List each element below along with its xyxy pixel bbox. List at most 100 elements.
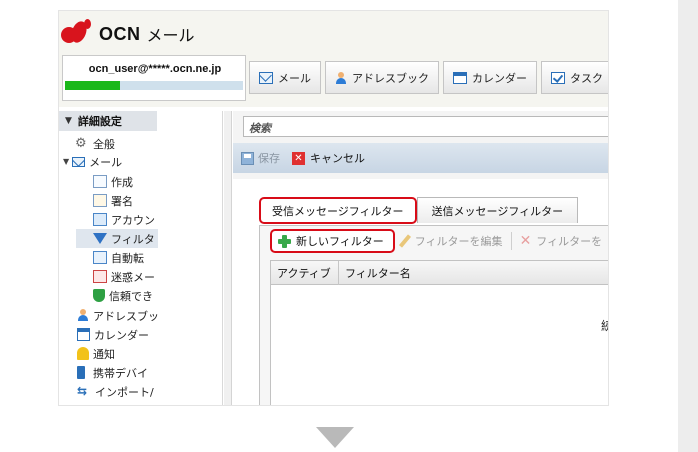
bell-icon [77,347,89,360]
sidebar-item-trusted[interactable]: 信頼でき [93,286,153,305]
filter-settings-content: 受信メッセージフィルター 送信メッセージフィルター 新しいフィルター フィルター… [233,179,608,405]
sidebar-item-notification[interactable]: 通知 [77,344,115,363]
nav-tab-task[interactable]: タスク [541,61,608,94]
sidebar-item-label: 通知 [93,347,115,361]
table-header: アクティブ フィルター名 [271,261,608,285]
delete-x-icon: ✕ [519,233,532,249]
sidebar-item-label: アカウン [111,213,155,227]
column-header-active[interactable]: アクティブ [271,261,339,285]
pencil-icon [398,234,411,248]
main-nav: メール アドレスブック カレンダー タスク [249,61,608,94]
delete-filter-button[interactable]: ✕ フィルターを [520,233,603,249]
nav-tab-label: メール [278,72,311,85]
sidebar-item-compose[interactable]: 作成 [93,172,133,191]
calendar-icon [77,328,90,341]
sidebar-item-signature[interactable]: 署名 [93,191,133,210]
account-box: ocn_user@*****.ocn.ne.jp [62,55,246,101]
sidebar-item-label: 携帯デバイ [93,366,148,380]
edit-filter-label: フィルターを編集 [414,235,503,248]
mail-icon [259,71,273,84]
sidebar-item-label: 迷惑メー [111,270,155,284]
sidebar-item-label: フィルタ [111,232,155,246]
search-input[interactable]: 検索 [243,116,608,137]
save-button[interactable]: 保存 [258,150,280,166]
settings-sidebar: ▼ 詳細設定 ⚙ 全般 ▼ メール 作成 署名 アカウン フィルタ 自動転 迷惑… [59,111,223,405]
compose-icon [93,175,107,188]
sidebar-item-auto-forward[interactable]: 自動転 [93,248,144,267]
nav-tab-label: アドレスブック [352,72,429,85]
delete-filter-label: フィルターを [536,235,603,248]
sidebar-item-label: 作成 [111,175,133,189]
product-name: メール [146,28,195,45]
tab-incoming-filter[interactable]: 受信メッセージフィルター [259,197,417,224]
app-header: OCN メール ocn_user@*****.ocn.ne.jp メール アドレ… [59,11,608,107]
spam-icon [93,270,107,283]
sidebar-item-label: メール [89,155,123,169]
column-header-filter-name[interactable]: フィルター名 [339,261,608,285]
sidebar-item-calendar[interactable]: カレンダー [77,325,149,344]
brand-name: OCN [99,23,141,44]
plus-icon [278,234,291,248]
sidebar-item-account[interactable]: アカウン [93,210,155,229]
sidebar-item-label: 署名 [111,194,133,208]
task-checkbox-icon [551,71,565,84]
mobile-device-icon [77,366,85,379]
trusted-shield-icon [93,289,105,302]
table-empty-text: 続 [601,317,608,334]
person-icon [335,71,347,84]
save-disk-icon [241,151,254,165]
sidebar-item-mobile[interactable]: 携帯デバイ [77,363,148,382]
nav-tab-label: タスク [570,72,603,85]
filter-tabs: 受信メッセージフィルター 送信メッセージフィルター [259,197,579,224]
new-filter-button[interactable]: 新しいフィルター [270,229,395,253]
cancel-x-icon: ✕ [292,151,305,165]
quota-bar-fill [65,81,121,90]
filter-funnel-icon [93,233,107,244]
nav-tab-mail[interactable]: メール [249,61,321,94]
nav-tab-label: カレンダー [472,72,527,85]
signature-icon [93,194,107,207]
ocn-logo: OCN メール [61,17,195,51]
expand-triangle-icon: ▼ [63,157,70,166]
sidebar-item-label: アドレスブッ [93,309,159,323]
sidebar-header[interactable]: ▼ 詳細設定 [59,111,157,131]
gear-icon: ⚙ [75,136,87,151]
new-filter-label: 新しいフィルター [296,235,384,248]
sidebar-splitter[interactable] [224,111,232,405]
edit-filter-button[interactable]: フィルターを編集 [398,233,503,249]
right-gray-panel [678,0,698,452]
sidebar-item-mail[interactable]: ▼ メール [63,152,122,171]
nav-tab-addressbook[interactable]: アドレスブック [325,61,439,94]
filter-panel: 新しいフィルター フィルターを編集 ✕ フィルターを アクティブ フィルター名 [259,225,608,405]
sidebar-item-label: 信頼でき [109,289,153,303]
sidebar-title: 詳細設定 [77,115,122,128]
sidebar-item-general[interactable]: ⚙ 全般 [75,134,115,153]
sidebar-item-label: 自動転 [111,251,144,265]
sidebar-item-addressbook[interactable]: アドレスブッ [77,306,159,325]
sidebar-item-label: インポート/ [95,385,154,399]
tab-outgoing-filter[interactable]: 送信メッセージフィルター [416,197,579,223]
import-export-icon: ⇆ [77,384,88,398]
collapse-triangle-icon: ▼ [65,116,72,126]
person-icon [77,309,89,322]
sidebar-item-label: 全般 [93,137,115,151]
sidebar-item-label: カレンダー [94,328,149,342]
sidebar-item-import[interactable]: ⇆ インポート/ [77,382,154,401]
calendar-icon [453,71,467,84]
main-area: 検索 保存 ✕ キャンセル 受信メッセージフィルター 送信メッセージフィルター … [233,111,608,405]
cancel-button[interactable]: キャンセル [310,150,365,166]
ocn-logo-mark-icon [61,19,95,49]
account-icon [93,213,107,226]
account-email: ocn_user@*****.ocn.ne.jp [88,63,222,75]
mail-icon [72,156,86,167]
auto-forward-icon [93,251,107,264]
step-down-arrow-icon [316,427,354,448]
filter-table: アクティブ フィルター名 続 [270,260,608,405]
quota-bar [65,81,243,90]
sidebar-item-spam[interactable]: 迷惑メー [93,267,155,286]
filter-toolbar: 新しいフィルター フィルターを編集 ✕ フィルターを [260,226,608,256]
ocn-mail-screenshot: OCN メール ocn_user@*****.ocn.ne.jp メール アドレ… [58,10,609,406]
sidebar-item-filter[interactable]: フィルタ [76,229,158,248]
nav-tab-calendar[interactable]: カレンダー [443,61,537,94]
toolbar-divider [510,232,512,250]
